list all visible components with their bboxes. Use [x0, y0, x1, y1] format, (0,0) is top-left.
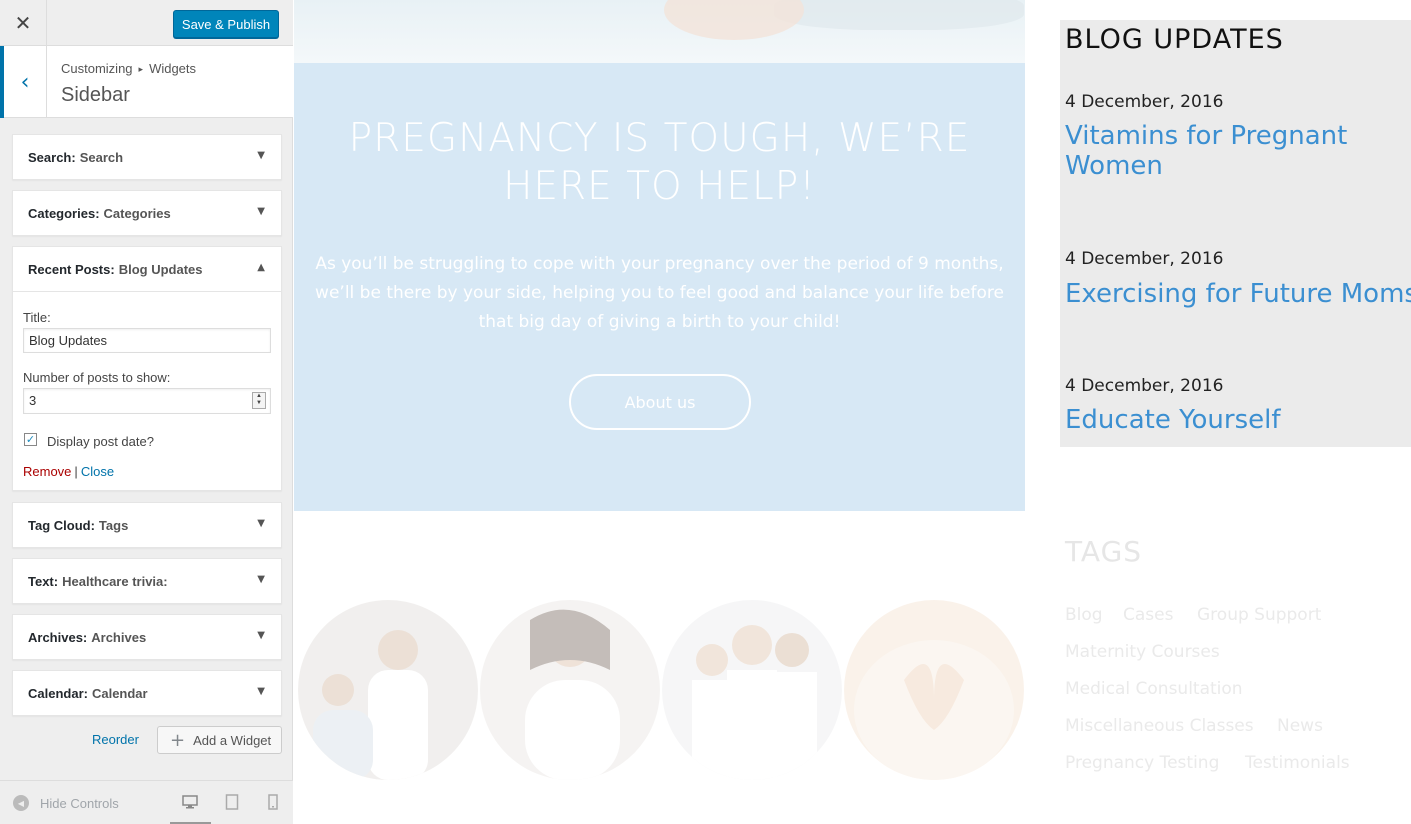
close-link[interactable]: Close: [81, 464, 114, 479]
tag-link[interactable]: Blog: [1065, 605, 1103, 625]
medical-team-photo: [662, 600, 842, 780]
form-actions: Remove | Close: [23, 464, 114, 479]
post-date: 4 December, 2016: [1065, 249, 1224, 269]
widget-title: Archives: [91, 629, 147, 645]
widget-type: Tag Cloud:: [28, 517, 95, 533]
reorder-link[interactable]: Reorder: [92, 732, 139, 747]
breadcrumb-current: Widgets: [149, 61, 197, 76]
number-value: 3: [29, 393, 37, 408]
number-input[interactable]: 3 ▲ ▼: [23, 388, 271, 414]
widget-title: Categories: [103, 205, 171, 221]
widget-title: Healthcare trivia:: [62, 573, 168, 589]
tag-link[interactable]: News: [1277, 716, 1323, 736]
tag-link[interactable]: Miscellaneous Classes: [1065, 716, 1254, 736]
remove-link[interactable]: Remove: [23, 464, 71, 479]
customizer-panel: ✕ Save & Publish ‹ Customizing ▸ Widgets S…: [0, 0, 293, 824]
post-title-link[interactable]: Educate Yourself: [1065, 405, 1281, 435]
widget-type: Recent Posts:: [28, 261, 115, 277]
about-us-button[interactable]: About us: [569, 374, 751, 430]
post-date: 4 December, 2016: [1065, 92, 1224, 112]
tag-link[interactable]: Testimonials: [1245, 753, 1350, 773]
widget-title: Calendar: [91, 685, 148, 701]
post-date: 4 December, 2016: [1065, 376, 1224, 396]
actions-separator: |: [74, 464, 78, 479]
hide-controls-label: Hide Controls: [40, 795, 119, 811]
widget-header[interactable]: Categories: Categories ▼: [13, 191, 281, 235]
tag-link[interactable]: Cases: [1123, 605, 1173, 625]
expand-arrow-icon[interactable]: ▼: [257, 518, 265, 529]
widget-header[interactable]: Search: Search ▼: [13, 135, 281, 179]
hide-controls-button[interactable]: ◀ Hide Controls: [13, 795, 119, 811]
close-icon[interactable]: ✕: [0, 0, 47, 46]
widget-type: Archives:: [28, 629, 88, 645]
widget-categories[interactable]: Categories: Categories ▼: [12, 190, 282, 236]
tablet-preview-icon[interactable]: [224, 793, 240, 811]
post-title-link[interactable]: Exercising for Future Moms: [1065, 279, 1411, 309]
site-preview: PREGNANCY IS TOUGH, WE’RE HERE TO HELP! …: [294, 0, 1411, 824]
heart-hands-photo: [844, 600, 1024, 780]
title-input[interactable]: [23, 328, 271, 353]
expand-arrow-icon[interactable]: ▼: [257, 574, 265, 585]
save-publish-button[interactable]: Save & Publish: [173, 10, 279, 38]
collapse-arrow-icon[interactable]: ▲: [257, 262, 265, 273]
desktop-preview-icon[interactable]: [182, 793, 198, 811]
widget-type: Calendar:: [28, 685, 88, 701]
doctors-photo: [298, 600, 478, 780]
hero-image: [294, 0, 1025, 63]
widget-type: Search:: [28, 149, 76, 165]
number-label: Number of posts to show:: [23, 370, 171, 385]
expand-arrow-icon[interactable]: ▼: [257, 150, 265, 161]
expand-arrow-icon[interactable]: ▼: [257, 686, 265, 697]
widget-header[interactable]: Archives: Archives ▼: [13, 615, 281, 659]
banner-title: PREGNANCY IS TOUGH, WE’RE HERE TO HELP!: [348, 116, 971, 209]
tags-title: TAGS: [1065, 535, 1143, 568]
plus-icon: +: [170, 729, 186, 751]
widget-tag-cloud[interactable]: Tag Cloud: Tags ▼: [12, 502, 282, 548]
widget-form: Title: Number of posts to show: 3 ▲▼ ✓ D…: [13, 291, 281, 490]
tag-link[interactable]: Pregnancy Testing: [1065, 753, 1219, 773]
expand-arrow-icon[interactable]: ▼: [257, 630, 265, 641]
widget-text[interactable]: Text: Healthcare trivia: ▼: [12, 558, 282, 604]
pregnant-woman-photo: [480, 600, 660, 780]
add-widget-button[interactable]: + Add a Widget: [157, 726, 282, 754]
number-spinner[interactable]: ▲ ▼: [252, 392, 266, 409]
add-widget-label: Add a Widget: [193, 732, 272, 748]
customizer-header: ✕ Save & Publish: [0, 0, 293, 46]
widget-search[interactable]: Search: Search ▼: [12, 134, 282, 180]
widget-header[interactable]: Recent Posts: Blog Updates ▲: [13, 247, 281, 291]
display-date-label: Display post date?: [47, 434, 154, 449]
blog-updates-widget: BLOG UPDATES 4 December, 2016 Vitamins f…: [1060, 20, 1411, 447]
widget-archives[interactable]: Archives: Archives ▼: [12, 614, 282, 660]
mobile-preview-icon[interactable]: [265, 793, 281, 811]
customizer-footer: ◀ Hide Controls: [0, 780, 293, 824]
expand-arrow-icon[interactable]: ▼: [257, 206, 265, 217]
breadcrumb: Customizing ▸ Widgets: [61, 61, 196, 76]
tag-link[interactable]: Maternity Courses: [1065, 642, 1220, 662]
tag-link[interactable]: Group Support: [1197, 605, 1321, 625]
collapse-arrow-icon: ◀: [13, 795, 29, 811]
widget-recent-posts[interactable]: Recent Posts: Blog Updates ▲ Title: Numb…: [12, 246, 282, 491]
section-header: ‹ Customizing ▸ Widgets Sidebar: [0, 46, 293, 118]
display-date-checkbox[interactable]: ✓: [24, 433, 37, 446]
section-title: Sidebar: [61, 84, 130, 106]
tag-link[interactable]: Medical Consultation: [1065, 679, 1243, 699]
widget-header[interactable]: Calendar: Calendar ▼: [13, 671, 281, 715]
banner: PREGNANCY IS TOUGH, WE’RE HERE TO HELP! …: [294, 63, 1025, 511]
post-title-link[interactable]: Vitamins for Pregnant Women: [1065, 121, 1385, 181]
back-chevron-icon[interactable]: ‹: [0, 46, 47, 118]
widget-type: Text:: [28, 573, 59, 589]
breadcrumb-root: Customizing: [61, 61, 133, 76]
widget-calendar[interactable]: Calendar: Calendar ▼: [12, 670, 282, 716]
blog-updates-title: BLOG UPDATES: [1065, 24, 1284, 55]
breadcrumb-separator: ▸: [138, 64, 144, 74]
title-label: Title:: [23, 310, 51, 325]
widget-header[interactable]: Text: Healthcare trivia: ▼: [13, 559, 281, 603]
widget-type: Categories:: [28, 205, 100, 221]
widget-title: Blog Updates: [118, 261, 203, 277]
banner-text: As you’ll be struggling to cope with you…: [315, 254, 1004, 332]
widget-title: Search: [79, 149, 124, 165]
widget-header[interactable]: Tag Cloud: Tags ▼: [13, 503, 281, 547]
widget-title: Tags: [98, 517, 129, 533]
